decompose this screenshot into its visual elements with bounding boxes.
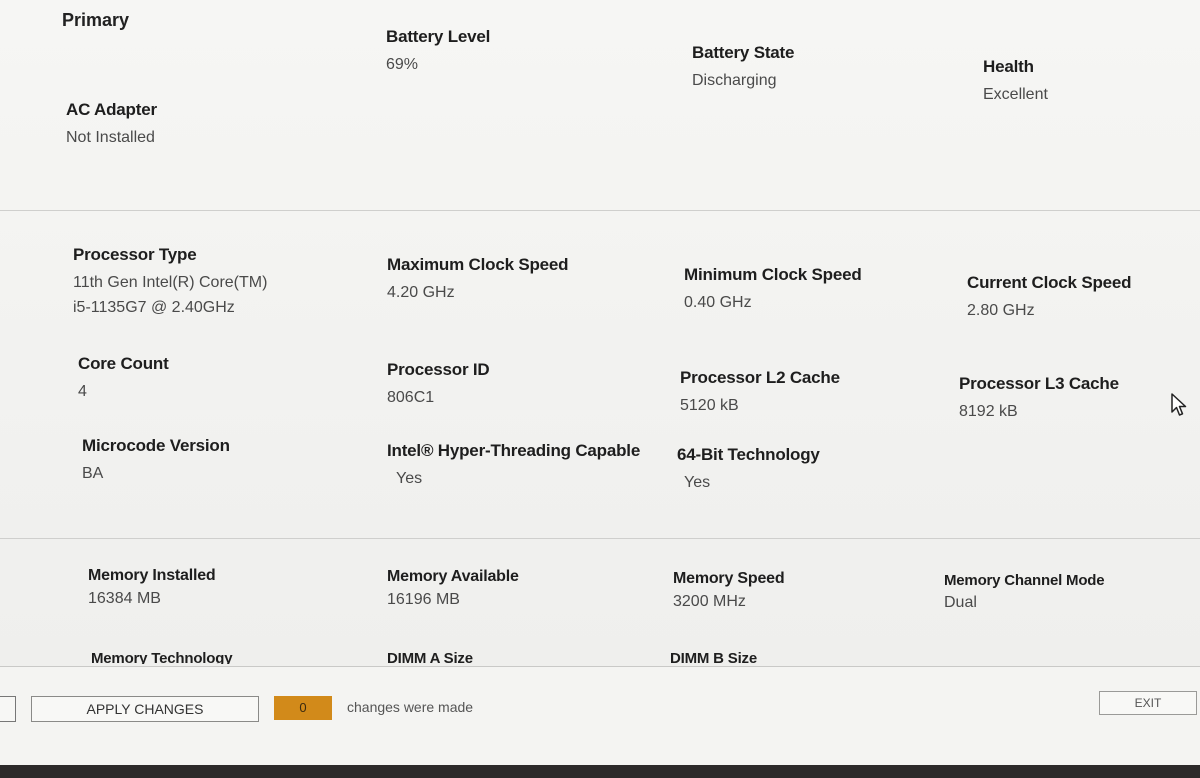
section-divider: [0, 210, 1200, 211]
memory-available-field: Memory Available 16196 MB: [387, 568, 519, 612]
64bit-technology-field: 64-Bit Technology Yes: [677, 445, 820, 495]
hyper-threading-label: Intel® Hyper-Threading Capable: [387, 441, 641, 460]
exit-button[interactable]: EXIT: [1099, 691, 1197, 715]
memory-installed-label: Memory Installed: [88, 567, 216, 584]
battery-level-field: Battery Level 69%: [386, 27, 490, 77]
microcode-version-label: Microcode Version: [82, 436, 230, 455]
processor-type-value-line2: i5-1135G7 @ 2.40GHz: [73, 299, 235, 316]
processor-type-label: Processor Type: [73, 245, 197, 264]
monitor-bezel: [0, 765, 1200, 778]
memory-speed-label: Memory Speed: [673, 570, 785, 587]
section-title-primary: Primary: [62, 10, 130, 30]
processor-type-value-line1: 11th Gen Intel(R) Core(TM): [73, 274, 268, 291]
section-divider: [0, 538, 1200, 539]
memory-installed-value: 16384 MB: [88, 590, 161, 607]
ac-adapter-field: AC Adapter Not Installed: [66, 100, 157, 150]
64bit-technology-value: Yes: [684, 474, 711, 491]
battery-level-label: Battery Level: [386, 27, 491, 46]
footer-left-button-edge[interactable]: [0, 696, 16, 722]
64bit-technology-label: 64-Bit Technology: [677, 445, 820, 464]
battery-state-value: Discharging: [692, 72, 777, 89]
l2-cache-field: Processor L2 Cache 5120 kB: [680, 368, 840, 418]
memory-speed-field: Memory Speed 3200 MHz: [673, 570, 785, 614]
memory-speed-value: 3200 MHz: [673, 593, 746, 610]
l3-cache-label: Processor L3 Cache: [959, 374, 1119, 393]
health-value: Excellent: [983, 86, 1048, 103]
battery-state-field: Battery State Discharging: [692, 43, 794, 93]
memory-installed-field: Memory Installed 16384 MB: [88, 567, 216, 611]
microcode-version-value: BA: [82, 465, 104, 482]
memory-available-label: Memory Available: [387, 568, 519, 585]
l3-cache-value: 8192 kB: [959, 403, 1018, 420]
clipped-memory-row: Memory Technology DIMM A Size DIMM B Siz…: [0, 640, 1200, 664]
memory-channel-mode-value: Dual: [944, 594, 977, 611]
min-clock-speed-label: Minimum Clock Speed: [684, 265, 862, 284]
processor-id-value: 806C1: [387, 389, 435, 406]
current-clock-speed-label: Current Clock Speed: [967, 273, 1132, 292]
apply-changes-button[interactable]: APPLY CHANGES: [31, 696, 259, 722]
core-count-value: 4: [78, 383, 87, 400]
health-field: Health Excellent: [983, 57, 1048, 107]
dimm-b-size-label: DIMM B Size: [670, 650, 757, 664]
core-count-field: Core Count 4: [78, 354, 169, 404]
hyper-threading-field: Intel® Hyper-Threading Capable Yes: [387, 441, 640, 491]
ac-adapter-value: Not Installed: [66, 129, 155, 146]
processor-id-field: Processor ID 806C1: [387, 360, 490, 410]
l2-cache-label: Processor L2 Cache: [680, 368, 840, 387]
memory-channel-mode-label: Memory Channel Mode: [944, 572, 1105, 589]
processor-type-field: Processor Type 11th Gen Intel(R) Core(TM…: [73, 245, 267, 320]
change-count-badge: 0: [274, 696, 332, 720]
min-clock-speed-value: 0.40 GHz: [684, 294, 752, 311]
battery-level-value: 69%: [386, 56, 419, 73]
hyper-threading-value: Yes: [396, 470, 423, 487]
current-clock-speed-value: 2.80 GHz: [967, 302, 1035, 319]
core-count-label: Core Count: [78, 354, 169, 373]
memory-technology-label: Memory Technology: [91, 650, 233, 664]
ac-adapter-label: AC Adapter: [66, 100, 157, 119]
memory-available-value: 16196 MB: [387, 591, 460, 608]
processor-id-label: Processor ID: [387, 360, 490, 379]
max-clock-speed-field: Maximum Clock Speed 4.20 GHz: [387, 255, 569, 305]
memory-channel-mode-field: Memory Channel Mode Dual: [944, 572, 1105, 615]
bios-info-screen: Primary Battery Level 69% Battery State …: [0, 0, 1200, 765]
battery-state-label: Battery State: [692, 43, 795, 62]
health-label: Health: [983, 57, 1034, 76]
l2-cache-value: 5120 kB: [680, 397, 739, 414]
current-clock-speed-field: Current Clock Speed 2.80 GHz: [967, 273, 1132, 323]
microcode-version-field: Microcode Version BA: [82, 436, 230, 486]
min-clock-speed-field: Minimum Clock Speed 0.40 GHz: [684, 265, 862, 315]
mouse-cursor-icon: [1171, 393, 1187, 416]
l3-cache-field: Processor L3 Cache 8192 kB: [959, 374, 1119, 424]
max-clock-speed-value: 4.20 GHz: [387, 284, 455, 301]
footer-bar: APPLY CHANGES 0 changes were made EXIT: [0, 666, 1200, 765]
change-status-text: changes were made: [347, 699, 474, 715]
dimm-a-size-label: DIMM A Size: [387, 650, 473, 664]
max-clock-speed-label: Maximum Clock Speed: [387, 255, 569, 274]
